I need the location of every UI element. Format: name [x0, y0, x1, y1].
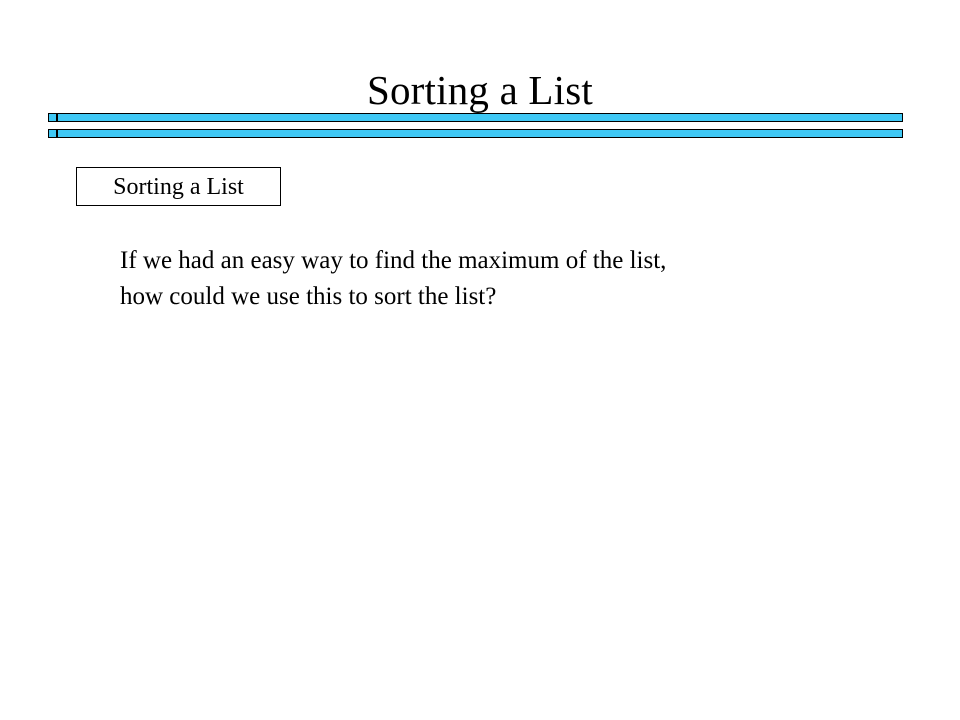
divider-bar-top: [57, 113, 903, 122]
body-text-block: If we had an easy way to find the maximu…: [120, 243, 850, 315]
body-line: how could we use this to sort the list?: [120, 283, 497, 310]
title-divider: [48, 113, 904, 143]
page-title: Sorting a List: [366, 67, 594, 114]
empty-content-area: [0, 330, 960, 720]
slide-canvas: Sorting a List Sorting a List If we had …: [0, 0, 960, 720]
boxed-heading: Sorting a List: [76, 167, 281, 206]
body-line: If we had an easy way to find the maximu…: [120, 247, 667, 274]
boxed-heading-label: Sorting a List: [113, 173, 244, 200]
divider-bar-bottom: [57, 129, 903, 138]
divider-marker-icon: [48, 129, 57, 138]
divider-marker-icon: [48, 113, 57, 122]
